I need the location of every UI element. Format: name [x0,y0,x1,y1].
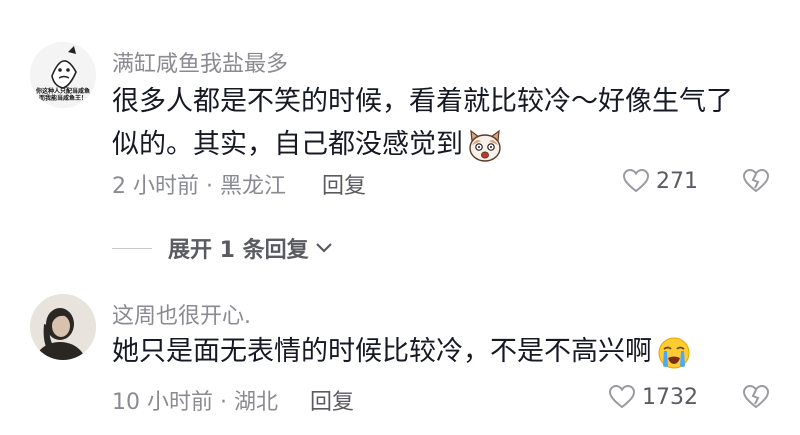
reply-button[interactable]: 回复 [310,384,354,416]
expand-replies-label: 展开 1 条回复 [168,238,309,263]
dislike-button[interactable] [742,384,770,414]
time-location: 2 小时前 · 黑龙江 [112,174,286,199]
expand-replies-button[interactable]: 展开 1 条回复 [112,232,333,264]
comment-text: 她只是面无表情的时候比较冷，不是不高兴啊 [112,330,762,373]
heart-icon [608,384,636,409]
username[interactable]: 这周也很开心. [112,298,251,330]
like-count: 271 [656,168,698,194]
user-photo-icon [30,294,96,360]
comment-text-line: 似的。其实，自己都没感觉到 [112,129,463,160]
comment-text-line-with-emoji: 似的。其实，自己都没感觉到 [112,123,762,166]
divider [112,247,152,249]
comment-text-line: 她只是面无表情的时候比较冷，不是不高兴啊 [112,336,652,367]
comment-text-line-with-emoji: 她只是面无表情的时候比较冷，不是不高兴啊 [112,330,762,373]
crying-face-emoji-icon [658,337,690,368]
chevron-down-icon [315,243,332,253]
like-button[interactable]: 1732 [608,384,698,410]
avatar[interactable]: 你这种人只配当咸鱼 而我能当咸鱼王！ [30,42,96,108]
time-location: 10 小时前 · 湖北 [112,390,278,415]
dislike-button[interactable] [742,168,770,198]
avatar-caption-line: 而我能当咸鱼王！ [38,95,87,102]
avatar[interactable] [30,294,96,360]
like-count: 1732 [642,384,698,410]
reply-button[interactable]: 回复 [322,168,366,200]
shocked-cat-emoji-icon [469,129,501,162]
comment-text: 很多人都是不笑的时候，看着就比较冷～好像生气了 似的。其实，自己都没感觉到 [112,80,762,166]
avatar-caption-line: 你这种人只配当咸鱼 [35,88,90,95]
broken-heart-icon [742,168,770,193]
like-button[interactable]: 271 [622,168,698,194]
comment-text-line: 很多人都是不笑的时候，看着就比较冷～好像生气了 [112,86,733,117]
username[interactable]: 满缸咸鱼我盐最多 [112,46,288,78]
heart-icon [622,168,650,193]
broken-heart-icon [742,384,770,409]
